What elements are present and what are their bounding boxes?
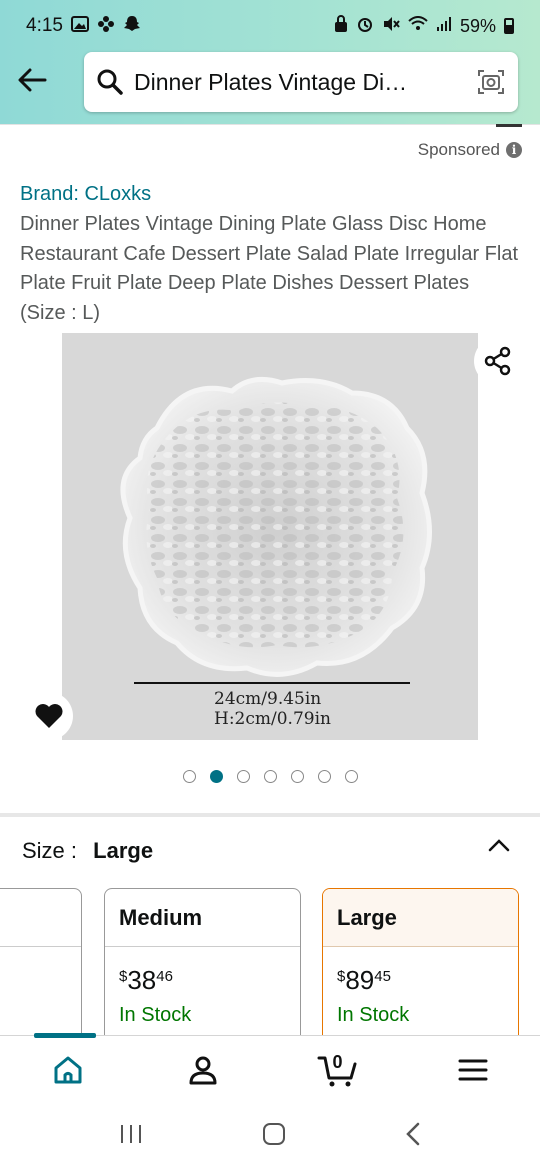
search-icon xyxy=(97,69,123,95)
size-selected-value: Large xyxy=(93,838,154,863)
image-carousel-dots xyxy=(0,770,540,783)
recents-icon xyxy=(121,1125,142,1143)
home-button[interactable] xyxy=(262,1122,286,1151)
signal-icon xyxy=(436,16,452,37)
snapchat-icon xyxy=(123,15,141,38)
carousel-dot[interactable] xyxy=(209,770,223,783)
back-button[interactable] xyxy=(14,62,50,98)
collapse-size-button[interactable] xyxy=(484,830,514,860)
recents-button[interactable] xyxy=(119,1123,143,1150)
size-option-medium[interactable]: Medium $3846 In Stock xyxy=(104,888,301,1048)
cart-count: 0 xyxy=(332,1051,343,1072)
size-option-large[interactable]: Large $8945 In Stock xyxy=(322,888,519,1048)
system-back-icon xyxy=(405,1122,419,1146)
size-option-stock: In Stock xyxy=(337,1004,410,1026)
image-dimension-line1: 24cm/9.45in xyxy=(214,689,321,709)
nav-home[interactable] xyxy=(33,1032,98,1100)
home-circle-icon xyxy=(262,1123,285,1145)
size-option-small[interactable] xyxy=(0,888,82,1048)
share-button[interactable] xyxy=(474,337,522,385)
battery-percent: 59% xyxy=(459,15,496,36)
size-selector-header[interactable]: Size : Large xyxy=(22,838,153,864)
mute-icon xyxy=(382,15,400,38)
lock-icon xyxy=(334,14,348,38)
size-label: Size : xyxy=(22,838,78,863)
info-icon[interactable]: i xyxy=(506,142,522,158)
size-option-name: Large xyxy=(323,889,518,947)
brand-link[interactable]: Brand: CLoxks xyxy=(20,183,151,206)
system-back-button[interactable] xyxy=(405,1122,421,1151)
battery-icon xyxy=(504,18,514,34)
carousel-dot[interactable] xyxy=(317,770,331,783)
nav-account[interactable] xyxy=(173,1040,233,1100)
carousel-dot[interactable] xyxy=(182,770,196,783)
menu-icon xyxy=(458,1059,487,1080)
header-divider xyxy=(0,124,540,132)
gallery-icon xyxy=(70,15,89,37)
size-option-stock: In Stock xyxy=(119,1004,192,1026)
wifi-icon xyxy=(408,15,428,37)
size-option-price: $3846 xyxy=(119,965,173,995)
product-title: Dinner Plates Vintage Dining Plate Glass… xyxy=(20,213,519,324)
search-input[interactable]: Dinner Plates Vintage Di… xyxy=(134,69,476,96)
carousel-dot[interactable] xyxy=(344,770,358,783)
product-image[interactable]: 24cm/9.45in H:2cm/0.79in xyxy=(62,333,478,740)
search-bar[interactable]: Dinner Plates Vintage Di… xyxy=(84,52,518,112)
chevron-up-icon xyxy=(488,839,510,852)
share-icon xyxy=(484,346,511,376)
status-bar: 4:15 59% xyxy=(26,14,514,38)
home-icon xyxy=(54,1056,81,1083)
nav-cart[interactable]: 0 xyxy=(308,1040,368,1100)
header: 4:15 59% Dinner Plates Vintage Di… xyxy=(0,0,540,124)
scroll-indicator xyxy=(496,124,522,127)
carousel-dot[interactable] xyxy=(290,770,304,783)
system-nav-bar xyxy=(0,1103,540,1170)
sponsored-text: Sponsored xyxy=(417,140,500,159)
alarm-icon xyxy=(356,15,374,38)
camera-icon[interactable] xyxy=(476,67,506,97)
carousel-dot[interactable] xyxy=(236,770,250,783)
nav-menu[interactable] xyxy=(443,1040,503,1100)
heart-icon xyxy=(35,704,63,728)
bottom-nav: 0 xyxy=(0,1032,540,1103)
size-option-name: Medium xyxy=(105,889,300,947)
back-arrow-icon xyxy=(18,68,47,92)
status-time: 4:15 xyxy=(26,15,63,36)
flower-icon xyxy=(97,15,115,38)
carousel-dot[interactable] xyxy=(263,770,277,783)
wishlist-button[interactable] xyxy=(25,692,73,740)
image-dimension-line2: H:2cm/0.79in xyxy=(214,709,331,729)
size-option-price: $8945 xyxy=(337,965,391,995)
section-divider xyxy=(0,813,540,817)
account-icon xyxy=(189,1056,216,1084)
sponsored-label[interactable]: Sponsored i xyxy=(418,140,522,160)
